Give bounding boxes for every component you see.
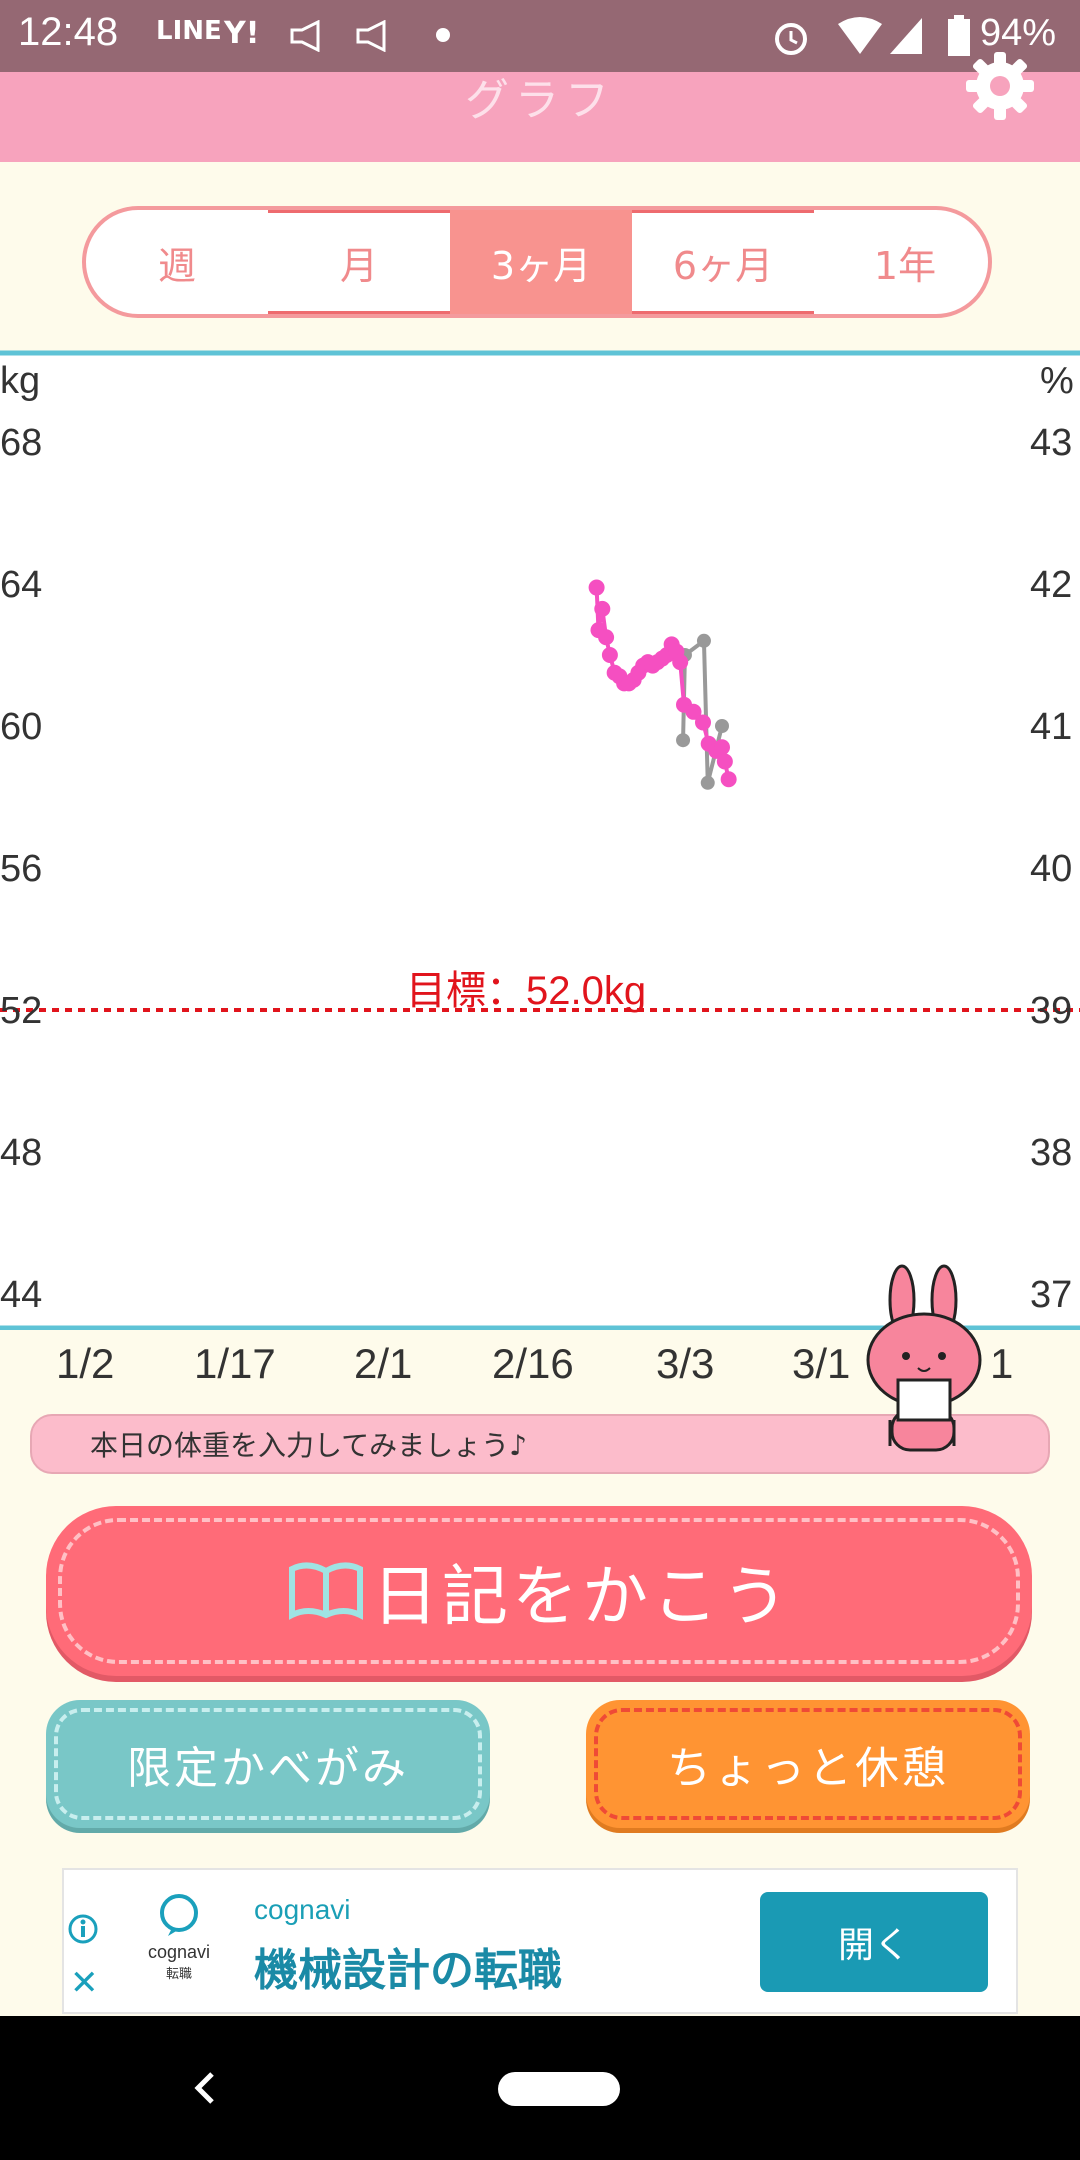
system-nav-bar: [0, 2016, 1080, 2160]
left-axis-unit: kg: [0, 360, 41, 402]
period-selector: 週 月 3ヶ月 6ヶ月 1年: [82, 206, 992, 318]
line-notification-icon: LINE: [156, 16, 222, 46]
status-time: 12:48: [18, 10, 119, 54]
tab-1-year[interactable]: 1年: [814, 210, 988, 314]
body-fat-point: [696, 633, 711, 648]
speech-bubble-icon: [160, 1894, 198, 1936]
left-tick: 60: [0, 706, 43, 748]
x-tick: 3/3: [656, 1340, 715, 1387]
right-tick: 38: [1030, 1132, 1073, 1174]
ad-logo: cognavi 転職: [124, 1892, 234, 2002]
body-fat-point: [715, 719, 729, 733]
ad-logo-sub: 転職: [165, 1967, 192, 1982]
take-a-break-button[interactable]: ちょっと休憩: [586, 1700, 1030, 1828]
chart-canvas: [0, 350, 1080, 1330]
right-axis-unit: %: [1040, 360, 1074, 402]
x-tick: 1/2: [56, 1340, 115, 1387]
button-border: [594, 1708, 1022, 1820]
ad-info-icon[interactable]: [68, 1914, 98, 1944]
weight-point: [598, 629, 615, 646]
bunny-character-icon[interactable]: [850, 1260, 1000, 1460]
megaphone-icon: [356, 20, 386, 52]
tab-6-months[interactable]: 6ヶ月: [632, 210, 814, 314]
page-title: グラフ: [465, 75, 615, 126]
megaphone-icon: [290, 20, 320, 52]
weight-point: [588, 579, 605, 596]
right-tick: 42: [1030, 564, 1073, 606]
gear-icon[interactable]: [962, 48, 1038, 124]
weight-point: [720, 771, 737, 788]
wifi-icon: [838, 17, 882, 54]
body-fat-point: [700, 775, 715, 790]
button-border: [54, 1708, 482, 1820]
right-tick: 41: [1030, 706, 1073, 748]
left-tick: 52: [0, 990, 43, 1032]
alarm-icon: [775, 23, 807, 55]
ad-open-button[interactable]: 開く: [760, 1892, 988, 1992]
weight-point: [601, 647, 618, 663]
x-tick: 1/17: [194, 1340, 276, 1387]
right-tick: 43: [1030, 422, 1073, 464]
yahoo-notification-icon: Y!: [224, 16, 260, 51]
status-bar: 12:48 LINE Y! 94%: [0, 0, 1080, 72]
weight-point: [695, 714, 711, 731]
left-tick: 56: [0, 848, 43, 890]
ad-brand: cognavi: [254, 1894, 351, 1925]
x-tick: 2/1: [354, 1340, 413, 1387]
body-fat-point: [676, 733, 691, 748]
home-pill[interactable]: [498, 2072, 620, 2106]
button-border: [58, 1518, 1020, 1664]
left-tick: 68: [0, 422, 43, 464]
hint-text: 本日の体重を入力してみましょう♪: [90, 1429, 528, 1462]
weight-point: [594, 600, 611, 617]
ad-banner[interactable]: ✕ cognavi 転職 cognavi 機械設計の転職 開く: [62, 1868, 1018, 2014]
ad-close-icon[interactable]: ✕: [70, 1966, 99, 2000]
left-tick: 44: [0, 1274, 43, 1316]
weight-point: [716, 753, 733, 770]
right-tick: 39: [1030, 990, 1073, 1032]
right-tick: 40: [1030, 848, 1073, 890]
tab-month[interactable]: 月: [268, 210, 450, 314]
x-tick: 2/16: [492, 1340, 574, 1387]
tab-3-months[interactable]: 3ヶ月: [450, 210, 632, 314]
tab-week[interactable]: 週: [86, 210, 268, 314]
weight-point: [672, 654, 689, 671]
ad-headline: 機械設計の転職: [254, 1945, 562, 1996]
more-notifications-dot: [436, 28, 450, 42]
left-tick: 64: [0, 564, 43, 606]
ad-logo-text: cognavi: [147, 1942, 211, 1962]
limited-wallpaper-button[interactable]: 限定かべがみ: [46, 1700, 490, 1828]
app-header: グラフ: [0, 52, 1080, 162]
weight-point: [714, 739, 730, 756]
x-tick: 3/1: [792, 1340, 851, 1387]
cell-signal-icon: [890, 18, 922, 54]
left-tick: 48: [0, 1132, 43, 1174]
goal-label: 目標：52.0kg: [406, 969, 647, 1013]
back-icon[interactable]: [190, 2068, 220, 2108]
right-tick: 37: [1030, 1274, 1073, 1316]
weight-chart: kg % 68 64 60 56 52 48 44 43 42 41 40 39…: [0, 350, 1080, 1330]
write-diary-button[interactable]: 日記をかこう: [46, 1506, 1032, 1676]
